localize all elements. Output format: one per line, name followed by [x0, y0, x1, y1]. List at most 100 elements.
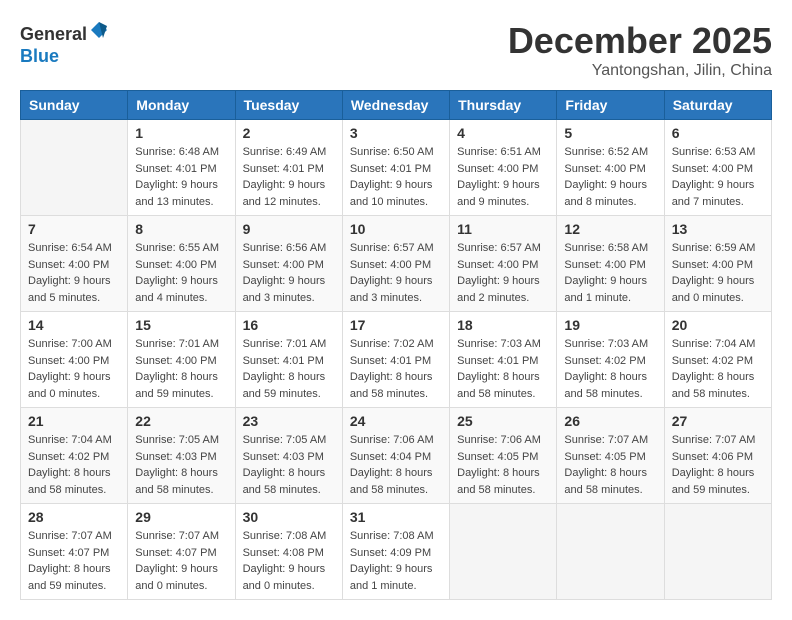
day-info: Sunrise: 7:07 AMSunset: 4:07 PMDaylight:…: [135, 528, 227, 594]
calendar-week-row: 28 Sunrise: 7:07 AMSunset: 4:07 PMDayligh…: [21, 504, 772, 600]
calendar-cell: 31 Sunrise: 7:08 AMSunset: 4:09 PMDayligh…: [342, 504, 449, 600]
day-number: 30: [243, 509, 335, 525]
day-number: 11: [457, 221, 549, 237]
page-header: General Blue December 2025 Yantongshan, …: [20, 20, 772, 80]
day-info: Sunrise: 7:07 AMSunset: 4:07 PMDaylight:…: [28, 528, 120, 594]
calendar-week-row: 7 Sunrise: 6:54 AMSunset: 4:00 PMDaylight…: [21, 216, 772, 312]
calendar-cell: 30 Sunrise: 7:08 AMSunset: 4:08 PMDayligh…: [235, 504, 342, 600]
weekday-header-row: SundayMondayTuesdayWednesdayThursdayFrid…: [21, 91, 772, 120]
day-info: Sunrise: 6:57 AMSunset: 4:00 PMDaylight:…: [457, 240, 549, 306]
calendar-cell: [557, 504, 664, 600]
calendar-cell: 28 Sunrise: 7:07 AMSunset: 4:07 PMDayligh…: [21, 504, 128, 600]
weekday-header: Friday: [557, 91, 664, 120]
day-number: 5: [564, 125, 656, 141]
day-number: 21: [28, 413, 120, 429]
day-number: 13: [672, 221, 764, 237]
calendar-cell: 5 Sunrise: 6:52 AMSunset: 4:00 PMDaylight…: [557, 120, 664, 216]
day-info: Sunrise: 7:02 AMSunset: 4:01 PMDaylight:…: [350, 336, 442, 402]
logo: General Blue: [20, 20, 109, 67]
day-number: 4: [457, 125, 549, 141]
calendar-week-row: 21 Sunrise: 7:04 AMSunset: 4:02 PMDayligh…: [21, 408, 772, 504]
calendar-cell: 9Sunrise: 6:56 AMSunset: 4:00 PMDaylight…: [235, 216, 342, 312]
day-number: 23: [243, 413, 335, 429]
calendar-cell: 26 Sunrise: 7:07 AMSunset: 4:05 PMDayligh…: [557, 408, 664, 504]
calendar-cell: 16Sunrise: 7:01 AMSunset: 4:01 PMDayligh…: [235, 312, 342, 408]
day-info: Sunrise: 7:05 AMSunset: 4:03 PMDaylight:…: [243, 432, 335, 498]
day-info: Sunrise: 7:03 AMSunset: 4:02 PMDaylight:…: [564, 336, 656, 402]
calendar-cell: 27Sunrise: 7:07 AMSunset: 4:06 PMDayligh…: [664, 408, 771, 504]
day-number: 15: [135, 317, 227, 333]
day-info: Sunrise: 7:06 AMSunset: 4:05 PMDaylight:…: [457, 432, 549, 498]
calendar-cell: 6 Sunrise: 6:53 AMSunset: 4:00 PMDaylight…: [664, 120, 771, 216]
day-info: Sunrise: 7:08 AMSunset: 4:09 PMDaylight:…: [350, 528, 442, 594]
calendar-cell: 2 Sunrise: 6:49 AMSunset: 4:01 PMDaylight…: [235, 120, 342, 216]
calendar-cell: 13 Sunrise: 6:59 AMSunset: 4:00 PMDayligh…: [664, 216, 771, 312]
day-info: Sunrise: 6:56 AMSunset: 4:00 PMDaylight:…: [243, 240, 335, 306]
calendar-cell: [21, 120, 128, 216]
day-number: 31: [350, 509, 442, 525]
day-number: 20: [672, 317, 764, 333]
calendar-cell: 17 Sunrise: 7:02 AMSunset: 4:01 PMDayligh…: [342, 312, 449, 408]
day-info: Sunrise: 7:04 AMSunset: 4:02 PMDaylight:…: [672, 336, 764, 402]
day-number: 7: [28, 221, 120, 237]
calendar-cell: 10Sunrise: 6:57 AMSunset: 4:00 PMDayligh…: [342, 216, 449, 312]
day-info: Sunrise: 7:06 AMSunset: 4:04 PMDaylight:…: [350, 432, 442, 498]
day-number: 17: [350, 317, 442, 333]
day-number: 25: [457, 413, 549, 429]
day-info: Sunrise: 6:58 AMSunset: 4:00 PMDaylight:…: [564, 240, 656, 306]
calendar-week-row: 14Sunrise: 7:00 AMSunset: 4:00 PMDayligh…: [21, 312, 772, 408]
day-number: 24: [350, 413, 442, 429]
day-number: 12: [564, 221, 656, 237]
calendar-cell: [450, 504, 557, 600]
calendar-cell: 25 Sunrise: 7:06 AMSunset: 4:05 PMDayligh…: [450, 408, 557, 504]
calendar-cell: 20 Sunrise: 7:04 AMSunset: 4:02 PMDayligh…: [664, 312, 771, 408]
calendar-cell: 18 Sunrise: 7:03 AMSunset: 4:01 PMDayligh…: [450, 312, 557, 408]
calendar-cell: 8Sunrise: 6:55 AMSunset: 4:00 PMDaylight…: [128, 216, 235, 312]
calendar-cell: 29 Sunrise: 7:07 AMSunset: 4:07 PMDayligh…: [128, 504, 235, 600]
day-number: 22: [135, 413, 227, 429]
day-info: Sunrise: 6:59 AMSunset: 4:00 PMDaylight:…: [672, 240, 764, 306]
day-info: Sunrise: 6:53 AMSunset: 4:00 PMDaylight:…: [672, 144, 764, 210]
day-info: Sunrise: 7:08 AMSunset: 4:08 PMDaylight:…: [243, 528, 335, 594]
weekday-header: Tuesday: [235, 91, 342, 120]
calendar-cell: 21 Sunrise: 7:04 AMSunset: 4:02 PMDayligh…: [21, 408, 128, 504]
month-title: December 2025: [508, 20, 772, 62]
day-number: 14: [28, 317, 120, 333]
day-info: Sunrise: 7:01 AMSunset: 4:01 PMDaylight:…: [243, 336, 335, 402]
day-number: 6: [672, 125, 764, 141]
day-info: Sunrise: 7:05 AMSunset: 4:03 PMDaylight:…: [135, 432, 227, 498]
calendar-cell: 12 Sunrise: 6:58 AMSunset: 4:00 PMDayligh…: [557, 216, 664, 312]
day-number: 3: [350, 125, 442, 141]
day-number: 26: [564, 413, 656, 429]
day-info: Sunrise: 6:52 AMSunset: 4:00 PMDaylight:…: [564, 144, 656, 210]
calendar-cell: 1Sunrise: 6:48 AMSunset: 4:01 PMDaylight…: [128, 120, 235, 216]
day-number: 2: [243, 125, 335, 141]
day-number: 29: [135, 509, 227, 525]
calendar-cell: 22 Sunrise: 7:05 AMSunset: 4:03 PMDayligh…: [128, 408, 235, 504]
weekday-header: Sunday: [21, 91, 128, 120]
day-number: 10: [350, 221, 442, 237]
calendar-cell: [664, 504, 771, 600]
day-number: 18: [457, 317, 549, 333]
calendar-week-row: 1Sunrise: 6:48 AMSunset: 4:01 PMDaylight…: [21, 120, 772, 216]
day-number: 27: [672, 413, 764, 429]
calendar-cell: 4Sunrise: 6:51 AMSunset: 4:00 PMDaylight…: [450, 120, 557, 216]
day-info: Sunrise: 7:04 AMSunset: 4:02 PMDaylight:…: [28, 432, 120, 498]
day-info: Sunrise: 7:07 AMSunset: 4:05 PMDaylight:…: [564, 432, 656, 498]
logo-icon: [89, 20, 109, 40]
day-info: Sunrise: 6:54 AMSunset: 4:00 PMDaylight:…: [28, 240, 120, 306]
weekday-header: Saturday: [664, 91, 771, 120]
weekday-header: Monday: [128, 91, 235, 120]
calendar-cell: 7 Sunrise: 6:54 AMSunset: 4:00 PMDaylight…: [21, 216, 128, 312]
weekday-header: Wednesday: [342, 91, 449, 120]
day-info: Sunrise: 6:49 AMSunset: 4:01 PMDaylight:…: [243, 144, 335, 210]
logo-general: General: [20, 24, 87, 44]
calendar-cell: 11 Sunrise: 6:57 AMSunset: 4:00 PMDayligh…: [450, 216, 557, 312]
calendar-cell: 23 Sunrise: 7:05 AMSunset: 4:03 PMDayligh…: [235, 408, 342, 504]
day-number: 19: [564, 317, 656, 333]
logo-blue: Blue: [20, 46, 59, 66]
calendar-cell: 15Sunrise: 7:01 AMSunset: 4:00 PMDayligh…: [128, 312, 235, 408]
day-number: 8: [135, 221, 227, 237]
day-number: 28: [28, 509, 120, 525]
day-info: Sunrise: 7:03 AMSunset: 4:01 PMDaylight:…: [457, 336, 549, 402]
